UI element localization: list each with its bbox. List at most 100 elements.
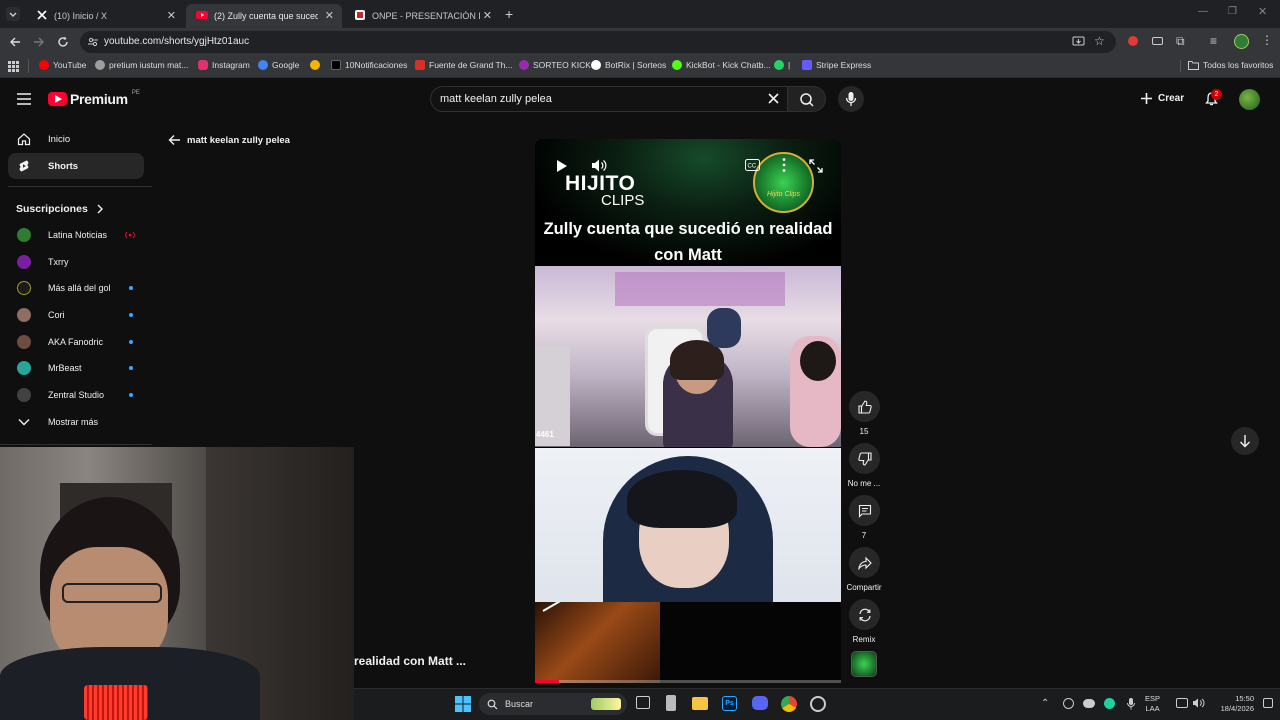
sidebar-item-inicio[interactable]: Inicio	[8, 126, 144, 152]
bookmark-kickbot[interactable]: KickBot - Kick Chatb...	[672, 60, 771, 70]
media-controls-icon[interactable]: ≡	[1210, 34, 1217, 48]
system-clock[interactable]: 15:50 18/4/2026	[1210, 694, 1254, 714]
subscription-txrry[interactable]: Txrry	[8, 249, 144, 275]
photoshop-icon[interactable]: Ps	[722, 696, 737, 711]
reload-icon[interactable]	[56, 35, 70, 49]
site-info-icon[interactable]	[87, 36, 99, 48]
tab-x-home[interactable]: (10) Inicio / X ✕	[26, 4, 184, 28]
bookmark-botrix[interactable]: BotRix | Sorteos	[591, 60, 666, 70]
install-app-icon[interactable]	[1072, 35, 1085, 48]
voice-search-button[interactable]	[838, 86, 864, 112]
bookmark-gta-source[interactable]: Fuente de Grand Th...	[415, 60, 512, 70]
bookmark-sorteo-kick[interactable]: SORTEO KICK	[519, 60, 591, 70]
chrome-icon[interactable]	[781, 696, 797, 712]
youtube-premium-logo[interactable]: Premium PE	[48, 90, 140, 107]
show-more-subscriptions[interactable]: Mostrar más	[8, 409, 144, 435]
minimize-window-icon[interactable]: —	[1198, 6, 1208, 17]
close-tab-icon[interactable]: ✕	[483, 9, 492, 22]
menu-kebab-icon[interactable]: ⋮	[1261, 33, 1273, 47]
remix-button[interactable]	[849, 599, 880, 630]
subscription-mrbeast[interactable]: MrBeast	[8, 355, 144, 381]
search-button[interactable]	[788, 86, 826, 112]
bookmark-google[interactable]: Google	[258, 60, 299, 70]
volume-button[interactable]	[591, 158, 607, 173]
bookmark-stripe[interactable]: Stripe Express	[802, 60, 871, 70]
next-short-button[interactable]	[1231, 427, 1259, 455]
comments-button[interactable]	[849, 495, 880, 526]
hamburger-menu-icon[interactable]	[16, 92, 32, 106]
onedrive-icon[interactable]	[1083, 699, 1095, 708]
task-view-icon[interactable]	[636, 696, 650, 709]
network-icon[interactable]	[1176, 698, 1188, 708]
short-title[interactable]: realidad con Matt ...	[354, 654, 466, 668]
globe-icon	[95, 60, 105, 70]
subscription-latina-noticias[interactable]: Latina Noticias	[8, 222, 144, 248]
audio-source-thumbnail[interactable]	[851, 651, 877, 677]
extension-icon[interactable]	[1128, 36, 1138, 46]
search-input[interactable]: matt keelan zully pelea	[440, 93, 552, 105]
subscription-mas-alla-del-gol[interactable]: Más allá del gol	[8, 275, 144, 301]
file-explorer-icon[interactable]	[692, 697, 708, 710]
subscriptions-header[interactable]: Suscripciones	[16, 203, 104, 215]
back-nav-icon[interactable]	[8, 35, 22, 49]
fullscreen-button[interactable]	[809, 159, 823, 173]
share-button[interactable]	[849, 547, 880, 578]
windows-start-button[interactable]	[455, 696, 471, 712]
subscription-zentral-studio[interactable]: Zentral Studio	[8, 382, 144, 408]
volume-tray-icon[interactable]	[1192, 697, 1205, 709]
restore-window-icon[interactable]: ❐	[1228, 6, 1237, 17]
clear-search-icon[interactable]	[767, 92, 780, 105]
url-text[interactable]: youtube.com/shorts/ygjHtz01auc	[104, 36, 249, 47]
play-button[interactable]	[555, 159, 569, 173]
profile-avatar[interactable]	[1234, 34, 1249, 49]
bookmark-instagram[interactable]: Instagram	[198, 60, 250, 70]
all-bookmarks-folder[interactable]: Todos los favoritos	[1188, 60, 1273, 70]
sidebar-item-shorts[interactable]: Shorts	[8, 153, 144, 179]
tab-youtube-short[interactable]: (2) Zully cuenta que sucedio en realidad…	[186, 4, 342, 28]
bookmark-whatsapp[interactable]: |	[774, 60, 790, 70]
chevron-right-icon	[97, 204, 103, 214]
close-tab-icon[interactable]: ✕	[167, 9, 176, 22]
create-button[interactable]: Crear	[1140, 92, 1184, 105]
bookmark-star-icon[interactable]: ☆	[1094, 34, 1105, 48]
bookmark-slack[interactable]	[310, 60, 324, 70]
taskbar-search[interactable]: Buscar	[479, 693, 627, 715]
tray-app-icon[interactable]	[1104, 698, 1115, 709]
notification-center-icon[interactable]	[1263, 698, 1273, 708]
short-video-player[interactable]: HIJITO CLIPS Hijito Clips Zully cuenta q…	[535, 139, 841, 683]
taskbar-app-icon[interactable]	[810, 696, 826, 712]
close-tab-icon[interactable]: ✕	[325, 9, 334, 22]
new-tab-icon[interactable]: +	[505, 6, 513, 22]
subscription-cori[interactable]: Cori	[8, 302, 144, 328]
discord-icon[interactable]	[752, 696, 768, 710]
more-options-button[interactable]	[781, 157, 787, 173]
extension-icon[interactable]	[1152, 37, 1163, 45]
show-hidden-icons-chevron-icon[interactable]: ⌃	[1041, 698, 1049, 709]
dislike-button[interactable]	[849, 443, 880, 474]
close-window-icon[interactable]: ✕	[1258, 5, 1267, 18]
bookmark-youtube[interactable]: YouTube	[39, 60, 86, 70]
input-language[interactable]: ESP LAA	[1145, 694, 1160, 714]
back-to-results[interactable]: matt keelan zully pelea	[168, 134, 290, 146]
badge-text: Hijito Clips	[766, 191, 801, 198]
tab-search-button[interactable]	[6, 7, 20, 21]
subscription-aka-fanodric[interactable]: AKA Fanodric	[8, 329, 144, 355]
apps-grid-icon[interactable]	[8, 61, 19, 72]
sidebar-item-label: Inicio	[48, 133, 71, 145]
captions-button[interactable]: CC	[745, 159, 760, 171]
bookmark-pretium[interactable]: pretium iustum mat...	[95, 60, 188, 70]
microphone-tray-icon[interactable]	[1126, 697, 1136, 710]
bookmark-x-notifications[interactable]: 10Notificaciones	[331, 60, 407, 70]
svg-text:CC: CC	[748, 164, 757, 170]
title-line: con Matt	[654, 246, 722, 264]
taskbar-app-icon[interactable]	[666, 695, 676, 711]
bookmarks-divider	[1180, 60, 1181, 72]
tab-onpe[interactable]: ONPE - PRESENTACIÓN DE RESULTADOS ✕	[344, 4, 500, 28]
forward-nav-icon[interactable]	[32, 35, 46, 49]
like-button[interactable]	[849, 391, 880, 422]
tray-app-icon[interactable]	[1063, 698, 1074, 709]
extensions-puzzle-icon[interactable]: ⧉	[1176, 34, 1185, 49]
progress-track[interactable]	[535, 680, 841, 683]
account-avatar[interactable]	[1239, 89, 1260, 110]
guest-hair	[800, 341, 836, 381]
